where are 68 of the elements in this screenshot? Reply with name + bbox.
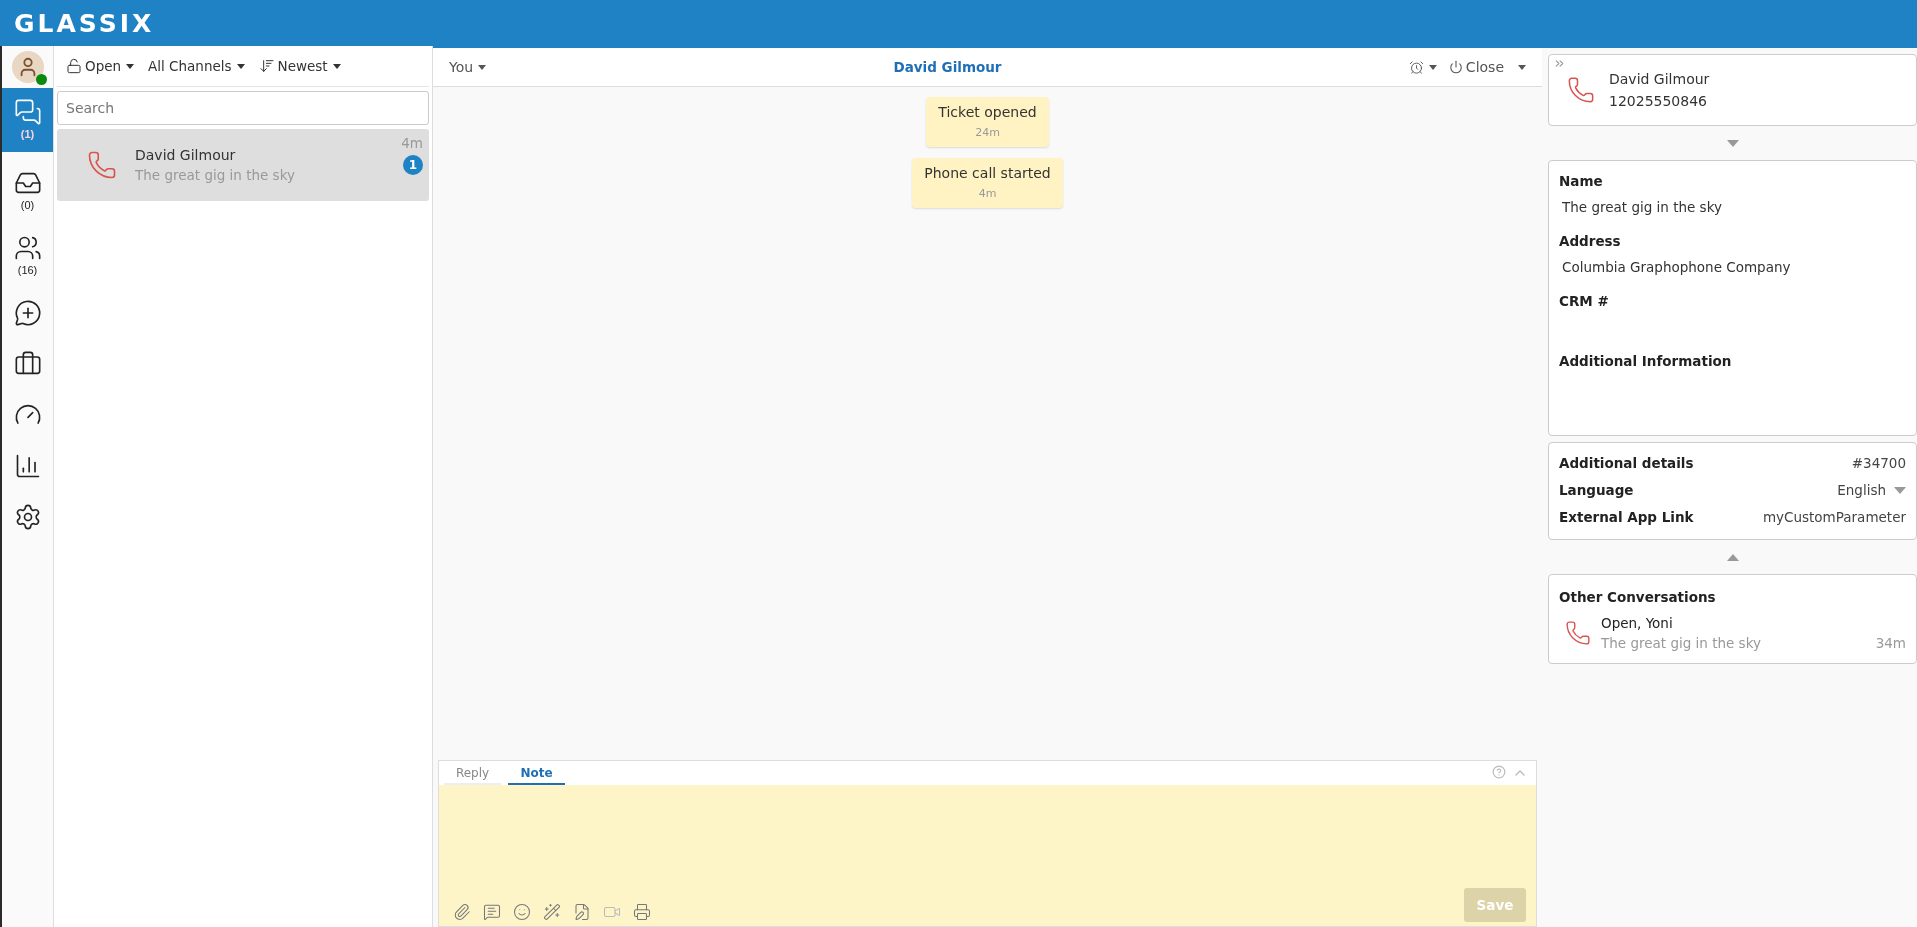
logo: GLASSIX: [14, 8, 155, 38]
paperclip-icon[interactable]: [453, 903, 471, 921]
contact-name: David Gilmour: [1609, 71, 1710, 87]
caret-icon: [236, 63, 245, 69]
chat-plus-icon: [13, 299, 42, 327]
app-link[interactable]: myCustomParameter: [1762, 509, 1906, 525]
power-icon: [1448, 60, 1463, 74]
count-label: (0): [20, 199, 35, 211]
alarm-clock-icon: [1408, 59, 1424, 75]
time-label: 34m: [1875, 635, 1906, 651]
chevrons-right-icon[interactable]: [1553, 57, 1566, 70]
phone-icon: [87, 150, 117, 180]
chat-bubbles-icon: [13, 98, 42, 126]
people-icon: [13, 234, 42, 262]
field-label: Address: [1559, 233, 1622, 249]
caret-icon: [1428, 64, 1437, 70]
message-preview: The great gig in the sky: [135, 167, 296, 183]
speech-bubble-icon[interactable]: [483, 903, 501, 921]
filter-dropdown[interactable]: Open: [66, 58, 135, 74]
section-title: Other Conversations: [1559, 589, 1717, 605]
caret-icon: [478, 64, 487, 70]
event-time: 4m: [978, 187, 997, 200]
open-lock-icon: [66, 58, 82, 74]
filter-dropdown[interactable]: All Channels: [148, 58, 245, 74]
nav-item[interactable]: (16): [2, 226, 53, 282]
filter-dropdown[interactable]: Newest: [258, 58, 341, 74]
phone-number: 12025550846: [1609, 93, 1708, 109]
other-conversation-item[interactable]: Open, Yoni The great gig in the sky 34m: [1559, 615, 1906, 651]
detail-label: Language: [1559, 482, 1634, 498]
collapse-triangle-icon[interactable]: [1726, 553, 1739, 561]
field-label: CRM #: [1559, 293, 1610, 309]
avatar[interactable]: [11, 51, 44, 83]
event-time: 24m: [975, 126, 1000, 139]
event-text: Phone call started: [924, 165, 1051, 181]
count-label: (1): [20, 128, 35, 140]
conversation-title: Open, Yoni: [1601, 615, 1674, 631]
field-label: Name: [1559, 173, 1604, 189]
conversation-item[interactable]: David Gilmour The great gig in the sky 4m 1: [57, 129, 429, 201]
caret-icon: [1894, 486, 1906, 494]
contact-name: David Gilmour: [135, 147, 237, 163]
field-value: The great gig in the sky: [1561, 199, 1723, 215]
assignee-dropdown[interactable]: You: [443, 59, 493, 75]
phone-icon: [1567, 76, 1595, 104]
unread-badge: 1: [403, 155, 423, 175]
document-pen-icon[interactable]: [573, 903, 591, 921]
sort-icon: [258, 58, 275, 74]
caret-icon: [332, 63, 341, 69]
message-preview: The great gig in the sky: [1601, 635, 1762, 651]
count-label: (16): [17, 264, 38, 276]
printer-icon[interactable]: [633, 903, 651, 921]
smiley-icon[interactable]: [513, 903, 531, 921]
detail-value: #34700: [1851, 455, 1906, 471]
detail-label: External App Link: [1559, 509, 1694, 525]
search-field[interactable]: Search: [57, 91, 429, 125]
event-text: Ticket opened: [938, 104, 1037, 120]
nav-item[interactable]: (0): [2, 161, 53, 217]
close-button[interactable]: Close: [1442, 59, 1510, 75]
magic-wand-icon[interactable]: [543, 903, 561, 921]
chat-title: David Gilmour: [892, 59, 1003, 75]
phone-icon: [1565, 620, 1591, 646]
caret-icon: [126, 63, 135, 69]
language-dropdown[interactable]: English: [1837, 482, 1906, 498]
caret-icon: [1518, 64, 1526, 70]
field-value: Columbia Graphophone Company: [1561, 259, 1792, 275]
field-label: Additional Information: [1559, 353, 1733, 369]
time-label: 4m: [401, 135, 423, 151]
detail-label: Additional details: [1559, 455, 1694, 471]
expand-triangle-icon[interactable]: [1726, 139, 1739, 147]
